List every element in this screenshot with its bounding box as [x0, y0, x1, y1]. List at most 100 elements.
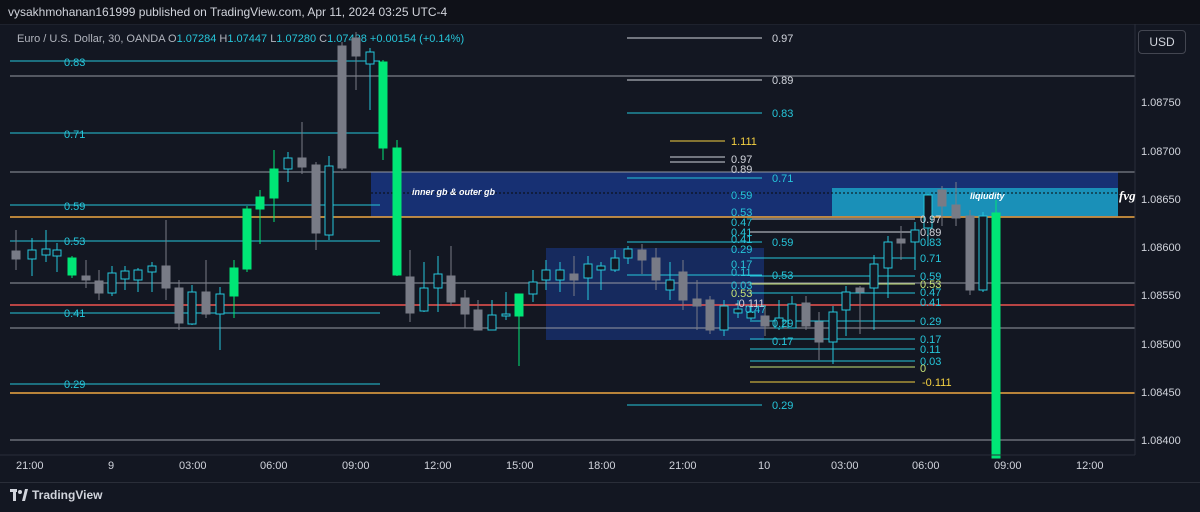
candle-body: [174, 287, 184, 324]
candle-body: [255, 196, 265, 210]
price-tick: 1.08600: [1141, 242, 1181, 254]
price-tick: 1.08500: [1141, 339, 1181, 351]
candle-body: [541, 269, 551, 281]
time-tick: 09:00: [342, 460, 370, 472]
candle-body: [67, 257, 77, 276]
fib-label: 0.47: [745, 304, 766, 316]
price-chart[interactable]: 1.08750 1.08700 1.08650 1.08600 1.08550 …: [0, 24, 1200, 482]
candle-body: [27, 249, 37, 260]
fib-label: 0.83: [772, 108, 793, 120]
candle-body: [242, 208, 252, 270]
fib-label: 0: [920, 363, 926, 375]
price-tick: 1.08400: [1141, 435, 1181, 447]
candle-body: [583, 263, 593, 279]
candle-body: [405, 276, 415, 314]
fib-label: 0.71: [64, 129, 85, 141]
candle-body: [460, 297, 470, 315]
candle-body: [705, 299, 715, 331]
candle-body: [978, 215, 988, 291]
candle-body: [965, 215, 975, 291]
candle-body: [760, 315, 770, 327]
candle-body: [610, 257, 620, 271]
candle-body: [311, 164, 321, 234]
candle-body: [419, 287, 429, 312]
candle-body: [473, 309, 483, 331]
price-tick: 1.08550: [1141, 290, 1181, 302]
time-axis: 21:00 9 03:00 06:00 09:00 12:00 15:00 18…: [0, 454, 1135, 472]
candle-body: [651, 257, 661, 281]
fib-label: 0.83: [920, 237, 941, 249]
fib-label: 0.59: [772, 237, 793, 249]
candle-body: [378, 61, 388, 149]
zone-label-fvg: fvg: [1119, 188, 1136, 203]
candle-body: [107, 272, 117, 294]
fib-label: 0.29: [772, 400, 793, 412]
candle-body: [828, 311, 838, 343]
candle-body: [896, 238, 906, 244]
time-tick: 06:00: [912, 460, 940, 472]
candle-body: [94, 280, 104, 294]
candle-body: [555, 269, 565, 281]
time-tick: 09:00: [994, 460, 1022, 472]
footer: [0, 482, 1200, 512]
fib-label: 0.53: [64, 236, 85, 248]
tradingview-logo[interactable]: TradingView: [10, 488, 102, 502]
top-fib-labels: 0.97 0.89 0.83 1.111 0.97 0.89 0.71 0.59…: [731, 33, 793, 412]
candle-body: [692, 298, 702, 307]
candle-body: [229, 267, 239, 297]
fib-label: 0.29: [64, 379, 85, 391]
fib-label: -0.111: [922, 377, 952, 389]
time-tick: 03:00: [179, 460, 207, 472]
candle-body: [841, 291, 851, 311]
fib-label: 0.83: [64, 57, 85, 69]
fib-label: 0.59: [731, 190, 752, 202]
currency-button[interactable]: USD: [1138, 30, 1186, 54]
right-fib-labels: 0.97 0.89 0.83 0.71 0.59 0.53 0.47 0.41 …: [920, 214, 952, 389]
candle-body: [297, 157, 307, 168]
fib-label: 0.97: [772, 33, 793, 45]
candle-body: [514, 293, 524, 317]
brand-name: TradingView: [32, 488, 103, 502]
fib-label: 0.41: [920, 297, 941, 309]
publish-info: vysakhmohanan161999 published on Trading…: [8, 5, 448, 19]
candle-body: [41, 248, 51, 256]
fib-label: 0.89: [731, 164, 752, 176]
fib-label: 0.29: [772, 318, 793, 330]
left-fib-labels: 0.83 0.71 0.59 0.53 0.41 0.29: [64, 57, 85, 391]
price-tick: 1.08650: [1141, 194, 1181, 206]
time-tick: 21:00: [669, 460, 697, 472]
candle-body: [147, 265, 157, 273]
candle-body: [161, 265, 171, 289]
candle-body: [501, 313, 511, 317]
candle-body: [528, 281, 538, 295]
candle-body: [11, 250, 21, 260]
fib-label: 0.71: [920, 253, 941, 265]
time-tick: 10: [758, 460, 770, 472]
fib-label: 0.17: [772, 336, 793, 348]
time-tick: 9: [108, 460, 114, 472]
candle-body: [569, 273, 579, 281]
candle-body: [991, 212, 1001, 459]
candle-body: [187, 291, 197, 325]
candle-body: [910, 229, 920, 243]
candle-body: [883, 241, 893, 269]
fib-label: 0.89: [772, 75, 793, 87]
candle-body: [201, 291, 211, 315]
candle-body: [324, 165, 334, 236]
candle-body: [951, 204, 961, 219]
candle-body: [623, 248, 633, 259]
candle-body: [283, 157, 293, 170]
candle-body: [365, 51, 375, 65]
fib-label: 0.11: [731, 267, 752, 279]
candle-body: [801, 302, 811, 327]
fib-label: 0.97: [920, 214, 941, 226]
candle-body: [814, 321, 824, 343]
zone-label-liquidity: liqiudity: [970, 191, 1005, 201]
candle-body: [337, 45, 347, 169]
candle-body: [719, 305, 729, 331]
candle-body: [81, 275, 91, 281]
time-tick: 12:00: [424, 460, 452, 472]
fib-label: 0.59: [64, 201, 85, 213]
fib-label: 0.53: [772, 270, 793, 282]
time-tick: 21:00: [16, 460, 44, 472]
